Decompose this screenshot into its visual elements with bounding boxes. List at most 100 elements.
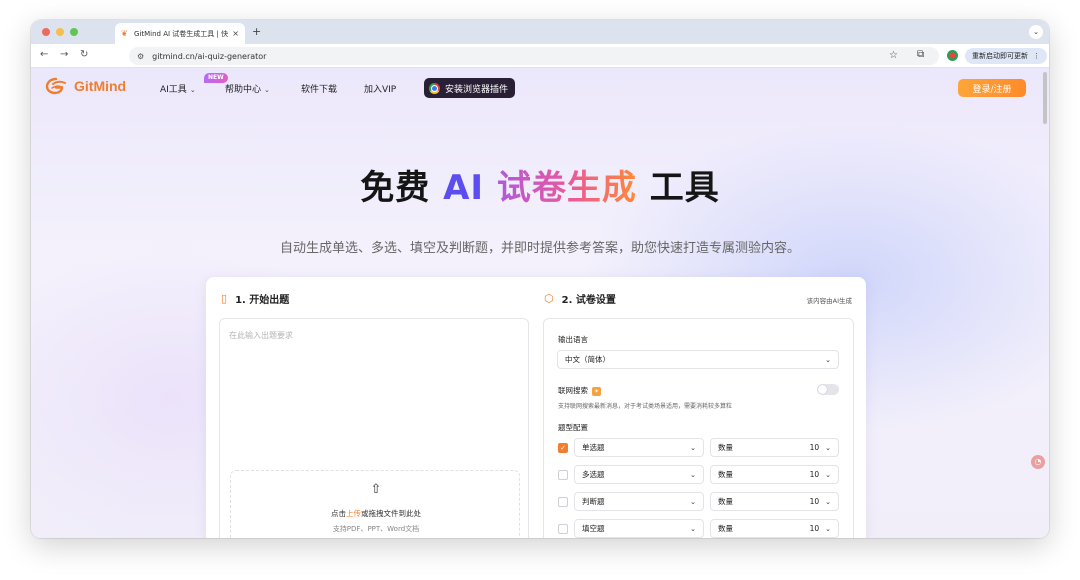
extensions-icon[interactable]: ⧉	[917, 49, 924, 60]
gitmind-logo-icon	[45, 77, 66, 95]
tab-search-button[interactable]: ⌄	[1029, 25, 1043, 39]
logo-text: GitMind	[74, 78, 127, 94]
type-checkbox-fillblank[interactable]	[558, 524, 568, 534]
step2-title: 2. 试卷设置	[561, 295, 616, 306]
site-info-icon[interactable]: ⚙	[137, 52, 144, 61]
web-search-text: 联网搜索	[558, 386, 588, 395]
chevron-down-icon: ⌄	[690, 443, 696, 452]
address-bar[interactable]: ⚙ gitmind.cn/ai-quiz-generator	[129, 47, 939, 65]
forward-icon[interactable]: →	[60, 49, 68, 60]
chevron-down-icon: ⌄	[825, 443, 831, 452]
count-label: 数量	[718, 470, 733, 479]
chevron-down-icon: ⌄	[690, 524, 696, 533]
tab-close-icon[interactable]: ×	[232, 29, 239, 38]
type-checkbox-single[interactable]: ✓	[558, 443, 568, 453]
step1-title: 1. 开始出题	[235, 295, 290, 306]
window-controls	[42, 28, 78, 36]
chevron-down-icon: ⌄	[690, 470, 696, 479]
prompt-textarea[interactable]: 在此输入出题要求 ⇧ 点击上传或拖拽文件到此处 支持PDF、PPT、Word文档	[219, 318, 529, 538]
url-text: gitmind.cn/ai-quiz-generator	[152, 51, 267, 61]
chevron-down-icon: ⌄	[825, 497, 831, 506]
web-search-icon: ✦	[592, 386, 601, 396]
language-select[interactable]: 中文（简体） ⌄	[557, 350, 839, 369]
back-icon[interactable]: ←	[40, 49, 48, 60]
page-subtitle: 自动生成单选、多选、填空及判断题，并即时提供参考答案，助您快速打造专属测验内容。	[279, 241, 800, 256]
upload-link[interactable]: 上传	[346, 509, 361, 518]
type-checkbox-multiple[interactable]	[558, 470, 568, 480]
settings-icon: ⬡	[544, 292, 554, 305]
nav-software-download[interactable]: 软件下载	[301, 82, 337, 95]
update-label: 重新启动即可更新	[972, 52, 1028, 60]
ai-generated-note: 该内容由AI生成	[806, 297, 852, 305]
site-logo[interactable]: GitMind	[45, 77, 126, 95]
update-button[interactable]: 重新启动即可更新 ⋮	[965, 48, 1047, 64]
title-part-free: 免费	[360, 168, 444, 208]
floating-helper-button[interactable]: ◔	[1031, 455, 1045, 469]
language-label: 输出语言	[558, 335, 588, 344]
type-select-multiple[interactable]: 多选题 ⌄	[574, 465, 704, 484]
type-name: 判断题	[582, 497, 605, 506]
chevron-down-icon: ⌄	[690, 497, 696, 506]
chevron-down-icon: ⌄	[825, 524, 831, 533]
type-name: 填空题	[582, 524, 605, 533]
count-value: 10	[809, 524, 820, 533]
nav-help-center[interactable]: 帮助中心 ⌄	[225, 82, 270, 95]
quiz-settings-panel: 输出语言 中文（简体） ⌄ 联网搜索 ✦ 支持联网搜索最新消息，对于考试类场景适用…	[543, 318, 854, 538]
upload-suffix: 或拖拽文件到此处	[361, 509, 421, 518]
install-plugin-label: 安装浏览器插件	[445, 84, 509, 95]
type-select-single[interactable]: 单选题 ⌄	[574, 438, 704, 457]
count-select-truefalse[interactable]: 数量 10 ⌄	[710, 492, 839, 511]
nav-ai-tools[interactable]: AI工具 ⌄	[160, 82, 196, 95]
bookmark-star-icon[interactable]: ☆	[889, 50, 898, 61]
count-select-multiple[interactable]: 数量 10 ⌄	[710, 465, 839, 484]
chrome-icon	[429, 82, 440, 94]
count-label: 数量	[718, 497, 733, 506]
web-search-toggle[interactable]	[817, 384, 839, 395]
tab-title: GitMind AI 试卷生成工具 | 快速	[134, 29, 229, 38]
web-search-label: 联网搜索 ✦	[558, 385, 601, 396]
count-select-fillblank[interactable]: 数量 10 ⌄	[710, 519, 839, 538]
chevron-down-icon: ⌄	[264, 86, 270, 94]
reload-icon[interactable]: ↻	[80, 49, 88, 60]
nav-join-vip-label: 加入VIP	[364, 85, 397, 95]
file-upload-dropzone[interactable]: ⇧ 点击上传或拖拽文件到此处 支持PDF、PPT、Word文档	[230, 470, 520, 538]
document-icon: ▯	[221, 292, 228, 305]
upload-prefix: 点击	[331, 509, 346, 518]
login-register-button[interactable]: 登录/注册	[958, 79, 1026, 97]
browser-window: ❦ GitMind AI 试卷生成工具 | 快速 × + ⌄ ← → ↻ ⚙ g…	[31, 20, 1049, 538]
new-tab-button[interactable]: +	[252, 25, 261, 38]
more-menu-icon[interactable]: ⋮	[1033, 52, 1040, 60]
type-name: 多选题	[582, 470, 605, 479]
quiz-generator-card: ▯ 1. 开始出题 ⬡ 2. 试卷设置 该内容由AI生成 在此输入出题要求 ⇧ …	[206, 277, 866, 538]
minimize-window-button[interactable]	[56, 28, 64, 36]
browser-toolbar: ← → ↻ ⚙ gitmind.cn/ai-quiz-generator ☆ ⧉…	[31, 44, 1049, 68]
prompt-placeholder: 在此输入出题要求	[229, 331, 293, 340]
install-plugin-button[interactable]: 安装浏览器插件	[424, 78, 516, 98]
gitmind-favicon-icon: ❦	[121, 28, 128, 38]
language-value: 中文（简体）	[565, 355, 610, 364]
page-title: 免费 AI 试卷生成 工具	[31, 160, 1049, 209]
step1-header: ▯ 1. 开始出题	[221, 291, 289, 306]
type-name: 单选题	[582, 443, 605, 452]
type-select-fillblank[interactable]: 填空题 ⌄	[574, 519, 704, 538]
title-part-ai: AI	[443, 168, 485, 208]
upload-instruction: 点击上传或拖拽文件到此处	[231, 508, 521, 519]
browser-tab[interactable]: ❦ GitMind AI 试卷生成工具 | 快速 ×	[115, 23, 245, 44]
page-scrollbar[interactable]	[1043, 72, 1047, 124]
profile-avatar[interactable]	[947, 50, 958, 61]
title-part-tool: 工具	[636, 168, 720, 208]
step2-header: ⬡ 2. 试卷设置	[544, 291, 616, 306]
maximize-window-button[interactable]	[70, 28, 78, 36]
count-select-single[interactable]: 数量 10 ⌄	[710, 438, 839, 457]
type-select-truefalse[interactable]: 判断题 ⌄	[574, 492, 704, 511]
question-types-label: 题型配置	[558, 423, 588, 432]
nav-join-vip[interactable]: 加入VIP	[364, 82, 396, 95]
type-checkbox-truefalse[interactable]	[558, 497, 568, 507]
nav-software-download-label: 软件下载	[301, 85, 338, 95]
page-content: GitMind AI工具 ⌄ NEW 帮助中心 ⌄ 软件下载 加入VIP 安装浏览器…	[31, 68, 1049, 538]
close-window-button[interactable]	[42, 28, 50, 36]
tab-strip: ❦ GitMind AI 试卷生成工具 | 快速 × + ⌄	[31, 20, 1049, 44]
chevron-down-icon: ⌄	[189, 86, 196, 94]
count-value: 10	[809, 497, 820, 506]
chevron-down-icon: ⌄	[825, 470, 831, 479]
